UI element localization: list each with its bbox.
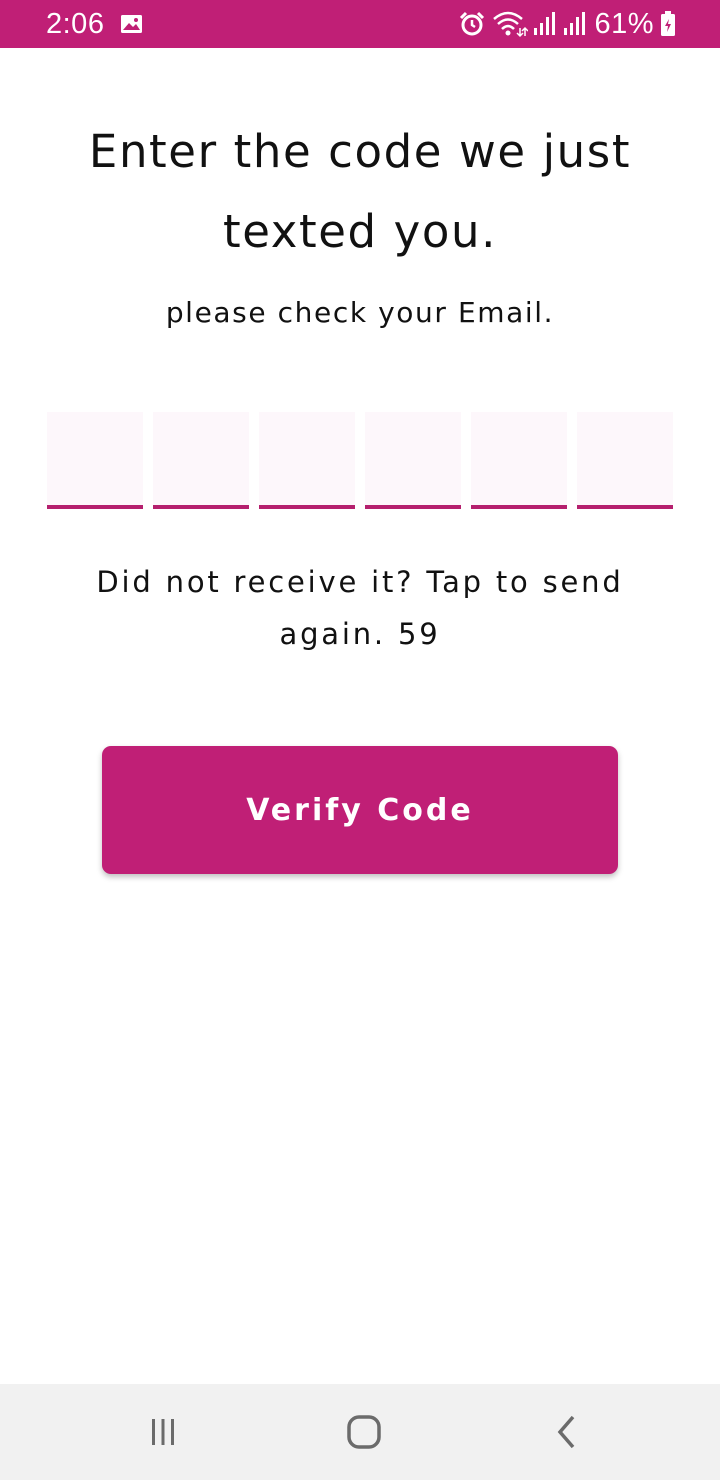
otp-digit-3[interactable] [259, 412, 355, 509]
home-icon[interactable] [342, 1410, 386, 1454]
otp-digit-1[interactable] [47, 412, 143, 509]
back-icon[interactable] [544, 1410, 588, 1454]
battery-percent: 61% [594, 7, 654, 40]
signal-icon [564, 12, 586, 35]
status-icons: 61% [458, 8, 676, 40]
otp-digit-2[interactable] [153, 412, 249, 509]
verify-code-button[interactable]: Verify Code [102, 746, 618, 874]
alarm-icon [460, 11, 485, 36]
otp-digit-4[interactable] [365, 412, 461, 509]
navigation-bar [0, 1384, 720, 1480]
otp-digit-5[interactable] [471, 412, 567, 509]
gallery-icon [121, 15, 142, 33]
otp-code-input [47, 412, 673, 509]
status-time: 2:06 [46, 8, 105, 40]
wifi-icon [493, 11, 529, 38]
status-bar: 2:06 61% [0, 0, 720, 48]
page-title: Enter the code we just texted you. [88, 125, 632, 258]
recent-apps-icon[interactable] [141, 1410, 185, 1454]
signal-icon [534, 12, 556, 35]
otp-digit-6[interactable] [577, 412, 673, 509]
battery-charging-icon [661, 11, 675, 36]
page-subtitle: please check your Email. [165, 296, 555, 329]
resend-code-link[interactable]: Did not receive it? Tap to send again. 5… [60, 556, 660, 660]
